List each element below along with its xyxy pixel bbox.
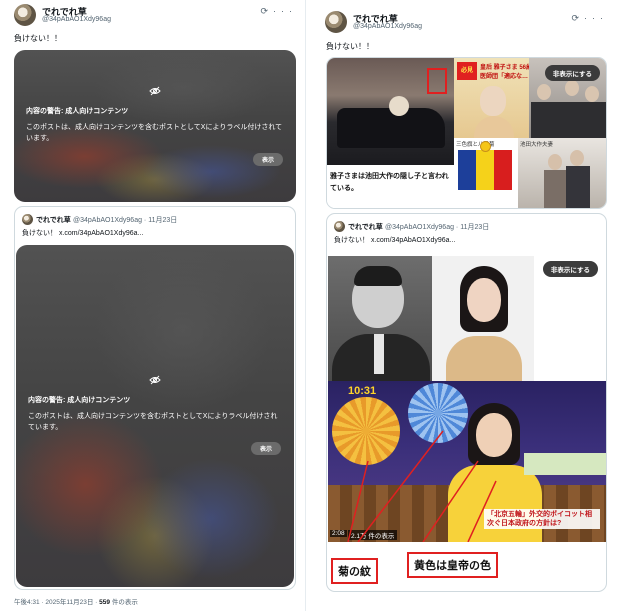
- quoted-post[interactable]: でれでれ草 @34pAbAO1Xdy96ag · 11月23日 負けない！ x.…: [14, 206, 296, 590]
- warning-title: 内容の警告: 成人向けコンテンツ: [26, 108, 129, 115]
- label-yellow: 黄色は皇帝の色: [407, 552, 498, 578]
- views-label: 件の表示: [110, 599, 138, 606]
- small-caption: 池田大作夫妻: [520, 142, 554, 148]
- avatar[interactable]: [14, 4, 36, 26]
- quote-author-handle: @34pAbAO1Xdy96ag · 11月23日: [385, 224, 490, 231]
- man-photo: [328, 256, 432, 381]
- avatar: [22, 214, 33, 225]
- collage-caption: 雅子さまは池田大作の隠し子と言われている。: [330, 173, 449, 192]
- collage-badge: 必見: [457, 62, 477, 80]
- quote-header: でれでれ草 @34pAbAO1Xdy96ag · 11月23日: [22, 214, 291, 226]
- flag-panel: 三色旗と八重菊: [454, 138, 518, 208]
- label-chrysanthemum: 菊の紋: [331, 558, 378, 584]
- hide-button[interactable]: 非表示にする: [544, 65, 600, 81]
- grok-icon[interactable]: ⟳: [571, 13, 584, 23]
- couple-photo: 池田大作夫妻: [518, 138, 606, 208]
- hide-button[interactable]: 非表示にする: [542, 261, 598, 277]
- views-count: 559: [99, 599, 111, 606]
- warning-title: 内容の警告: 成人向けコンテンツ: [28, 397, 131, 404]
- annotation-lines: [347, 430, 497, 542]
- show-button[interactable]: 表示: [252, 153, 283, 166]
- post-image[interactable]: 雅子さまは池田大作の隠し子と言われている。 必見 皇后 雅子さま 56歳の誕生日…: [326, 57, 607, 209]
- post-text: 負けない！！: [326, 42, 374, 51]
- quote-text: 負けない！ x.com/34pAbAO1Xdy96a...: [334, 237, 456, 244]
- quoted-post[interactable]: でれでれ草 @34pAbAO1Xdy96ag · 11月23日 負けない！ x.…: [326, 213, 607, 592]
- author-handle[interactable]: @34pAbAO1Xdy96ag: [42, 16, 111, 23]
- caption-box: 雅子さまは池田大作の隠し子と言われている。: [327, 165, 454, 208]
- grok-icon[interactable]: ⟳: [260, 6, 273, 16]
- sensitive-media[interactable]: 内容の警告: 成人向けコンテンツ このポストは、成人向けコンテンツを含むポストと…: [14, 50, 296, 202]
- author-handle[interactable]: @34pAbAO1Xdy96ag: [353, 23, 422, 30]
- quote-author-handle: @34pAbAO1Xdy96ag · 11月23日: [73, 217, 178, 224]
- more-icon[interactable]: ···: [584, 13, 608, 23]
- woman-photo: [432, 256, 534, 381]
- eye-off-icon: [149, 86, 161, 99]
- post-footer: 午後4:31 · 2025年11月23日 · 559 件の表示: [14, 596, 138, 606]
- avatar: [334, 221, 345, 232]
- portrait-photo: 必見 皇后 雅子さま 56歳の誕生日 医師団「適応な…: [454, 58, 529, 138]
- right-post: でれでれ草 @34pAbAO1Xdy96ag ⟳··· 負けない！！ 雅子さまは…: [316, 0, 614, 611]
- collage-banner-2: 医師団「適応な…: [480, 74, 529, 80]
- crowd-photo: [327, 58, 454, 165]
- collage-banner: 皇后 雅子さま 56歳の誕生日: [480, 65, 529, 71]
- eye-off-icon: [149, 375, 161, 388]
- quote-text: 負けない！ x.com/34pAbAO1Xdy96a...: [22, 230, 144, 237]
- header-icons: ⟳···: [571, 13, 608, 24]
- quote-header: でれでれ草 @34pAbAO1Xdy96ag · 11月23日: [334, 221, 602, 233]
- column-divider: [305, 0, 306, 611]
- quote-author-name: でれでれ草: [36, 217, 71, 224]
- post-header: でれでれ草 @34pAbAO1Xdy96ag ⟳···: [322, 11, 610, 35]
- timestamp[interactable]: 午後4:31 · 2025年11月23日 ·: [14, 599, 99, 606]
- show-button[interactable]: 表示: [250, 442, 281, 455]
- avatar[interactable]: [325, 11, 347, 33]
- warning-body: このポストは、成人向けコンテンツを含むポストとしてXによりラベル付けされています…: [26, 124, 283, 142]
- post-header: でれでれ草 @34pAbAO1Xdy96ag ⟳···: [12, 4, 299, 28]
- header-icons: ⟳···: [260, 6, 297, 17]
- tv-screenshot: 10:31 「北京五輪」外交的ボイコット相次ぐ日本政府の方針は? 2:08 2.…: [328, 381, 606, 542]
- quote-author-name: でれでれ草: [348, 224, 383, 231]
- post-text: 負けない！！: [14, 34, 62, 43]
- more-icon[interactable]: ···: [273, 6, 297, 16]
- warning-body: このポストは、成人向けコンテンツを含むポストとしてXによりラベル付けされています…: [28, 413, 278, 431]
- left-post: でれでれ草 @34pAbAO1Xdy96ag ⟳··· 負けない！！ 内容の警告…: [6, 0, 303, 611]
- sensitive-media[interactable]: 内容の警告: 成人向けコンテンツ このポストは、成人向けコンテンツを含むポストと…: [16, 245, 294, 587]
